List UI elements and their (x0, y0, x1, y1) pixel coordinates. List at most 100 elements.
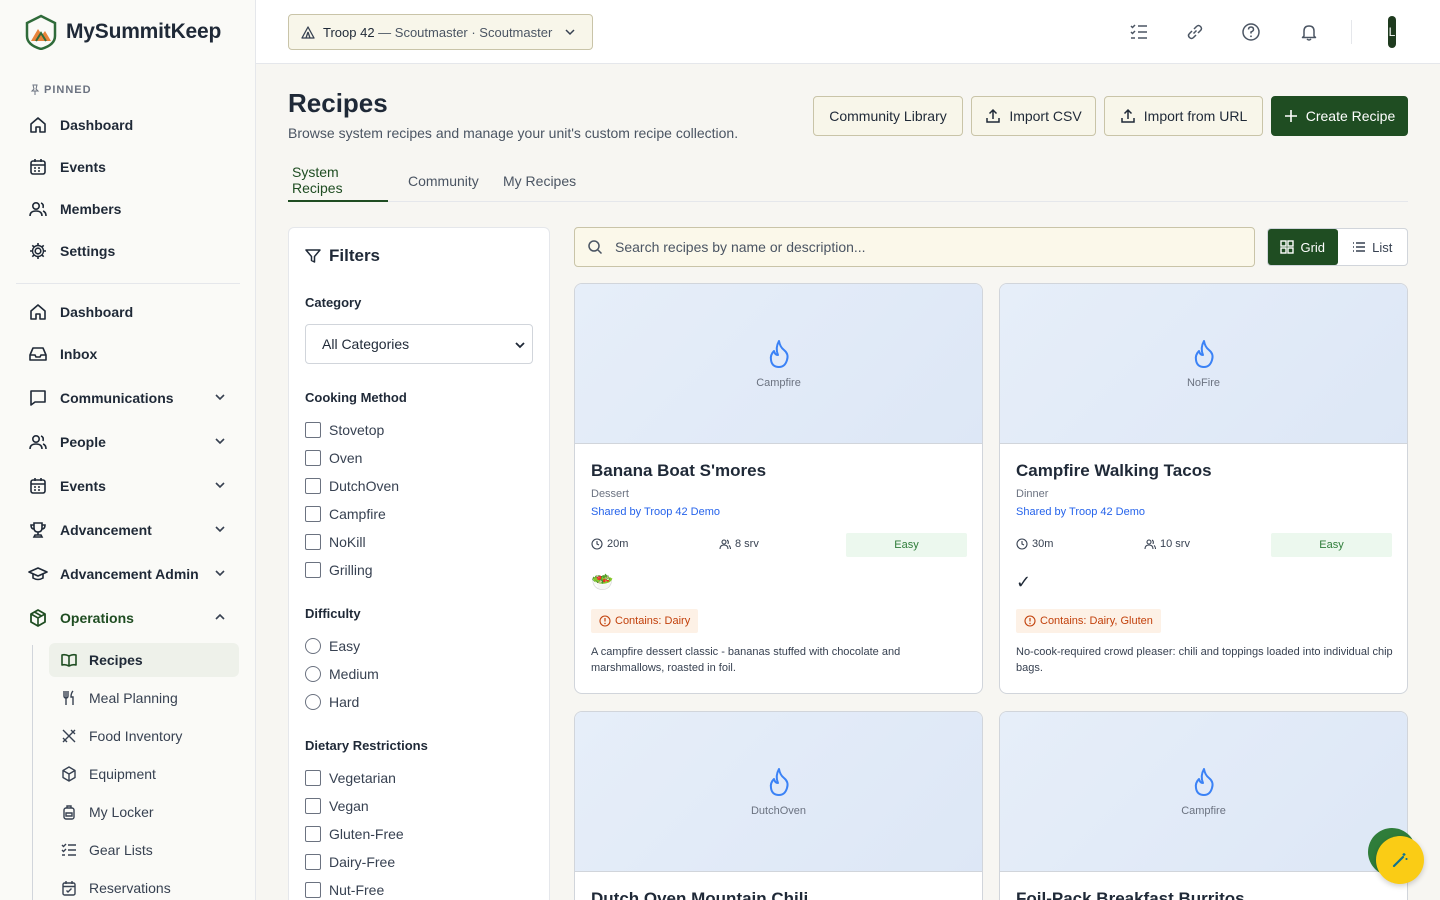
chevron-down-icon (514, 339, 526, 351)
sidebar-subitem-gear-lists[interactable]: Gear Lists (49, 833, 239, 867)
checkbox[interactable] (305, 826, 321, 842)
radio[interactable] (305, 666, 321, 682)
community-library-button[interactable]: Community Library (813, 96, 963, 136)
import-url-button[interactable]: Import from URL (1104, 96, 1263, 136)
allergen-badge: Contains: Dairy, Gluten (1016, 609, 1161, 633)
difficulty-option-hard[interactable]: Hard (305, 692, 359, 712)
difficulty-option-easy[interactable]: Easy (305, 636, 360, 656)
category-select[interactable]: All Categories (305, 324, 533, 364)
category-label: Category (305, 295, 362, 310)
recipe-category: Dessert (591, 488, 629, 500)
dietary-option-vegetarian[interactable]: Vegetarian (305, 768, 396, 788)
sidebar-item-people[interactable]: People (16, 424, 240, 460)
checkbox[interactable] (305, 882, 321, 898)
pinned-item-members[interactable]: Members (16, 191, 240, 227)
help-icon[interactable] (1239, 20, 1263, 44)
cooking-option-oven[interactable]: Oven (305, 448, 362, 468)
list-icon (1352, 240, 1366, 254)
users-icon (28, 199, 48, 219)
flame-icon (1191, 339, 1217, 369)
chevron-down-icon[interactable] (214, 391, 226, 403)
unit-selector[interactable]: Troop 42 — Scoutmaster · Scoutmaster (288, 14, 593, 50)
difficulty-badge: Easy (846, 533, 967, 557)
sidebar-item-inbox[interactable]: Inbox (16, 336, 240, 372)
dietary-option-nut-free[interactable]: Nut-Free (305, 880, 384, 900)
recipe-description: A campfire dessert classic - bananas stu… (591, 646, 901, 674)
pinned-section-label: PINNED (30, 84, 92, 96)
recipe-title[interactable]: Dutch Oven Mountain Chili (591, 889, 808, 900)
submenu-guide-line (32, 645, 33, 900)
chevron-down-icon[interactable] (214, 435, 226, 447)
recipe-shared-by[interactable]: Shared by Troop 42 Demo (591, 506, 720, 518)
graduation-cap-icon (28, 564, 48, 584)
chevron-up-icon[interactable] (214, 611, 226, 623)
sidebar-item-operations[interactable]: Operations (16, 600, 240, 636)
sidebar-subitem-meal-planning[interactable]: Meal Planning (49, 681, 239, 715)
dietary-option-vegan[interactable]: Vegan (305, 796, 369, 816)
search-input[interactable]: Search recipes by name or description... (574, 227, 1255, 267)
tab-system-recipes[interactable]: System Recipes (288, 160, 388, 202)
checkbox[interactable] (305, 478, 321, 494)
radio[interactable] (305, 638, 321, 654)
cooking-option-stovetop[interactable]: Stovetop (305, 420, 384, 440)
sidebar-item-advancement[interactable]: Advancement (16, 512, 240, 548)
sidebar-item-events[interactable]: Events (16, 468, 240, 504)
chevron-down-icon[interactable] (214, 523, 226, 535)
checkbox[interactable] (305, 562, 321, 578)
sidebar-subitem-food-inventory[interactable]: Food Inventory (49, 719, 239, 753)
page-title: Recipes (288, 88, 388, 118)
sidebar-subitem-reservations[interactable]: Reservations (49, 871, 239, 900)
sidebar-subitem-equipment[interactable]: Equipment (49, 757, 239, 791)
tab-my-recipes[interactable]: My Recipes (499, 160, 580, 202)
radio[interactable] (305, 694, 321, 710)
recipe-title[interactable]: Foil-Pack Breakfast Burritos (1016, 889, 1245, 900)
checkbox[interactable] (305, 770, 321, 786)
checkbox[interactable] (305, 422, 321, 438)
recipe-tabs: System Recipes Community My Recipes (288, 160, 1408, 202)
recipe-card[interactable]: DutchOven Dutch Oven Mountain Chili (574, 711, 983, 900)
checkbox[interactable] (305, 450, 321, 466)
sidebar-item-dashboard[interactable]: Dashboard (16, 294, 240, 330)
create-recipe-button[interactable]: Create Recipe (1271, 96, 1408, 136)
sidebar-item-advancement-admin[interactable]: Advancement Admin (16, 556, 240, 592)
recipe-card[interactable]: Campfire Foil-Pack Breakfast Burritos (999, 711, 1408, 900)
tasks-icon[interactable] (1127, 20, 1151, 44)
floating-action-button[interactable] (1376, 836, 1424, 884)
tab-community[interactable]: Community (404, 160, 483, 202)
difficulty-option-medium[interactable]: Medium (305, 664, 379, 684)
difficulty-label: Difficulty (305, 606, 361, 621)
sidebar-item-communications[interactable]: Communications (16, 380, 240, 416)
recipe-card[interactable]: Campfire Banana Boat S'mores Dessert Sha… (574, 283, 983, 694)
recipe-card[interactable]: NoFire Campfire Walking Tacos Dinner Sha… (999, 283, 1408, 694)
bell-icon[interactable] (1297, 20, 1321, 44)
grid-view-button[interactable]: Grid (1268, 229, 1338, 265)
filters-panel: Filters Category All Categories Cooking … (288, 227, 550, 900)
checkbox[interactable] (305, 534, 321, 550)
app-logo[interactable]: MySummitKeep (24, 14, 221, 50)
cooking-option-nokill[interactable]: NoKill (305, 532, 366, 552)
pinned-item-dashboard[interactable]: Dashboard (16, 107, 240, 143)
checkbox[interactable] (305, 798, 321, 814)
list-view-button[interactable]: List (1338, 229, 1408, 265)
sidebar-subitem-recipes[interactable]: Recipes (49, 643, 239, 677)
cooking-option-campfire[interactable]: Campfire (305, 504, 386, 524)
chevron-down-icon[interactable] (214, 479, 226, 491)
recipe-card-image: Campfire (1000, 712, 1407, 872)
pinned-item-settings[interactable]: Settings (16, 233, 240, 269)
cooking-option-dutchoven[interactable]: DutchOven (305, 476, 399, 496)
import-csv-button[interactable]: Import CSV (971, 96, 1096, 136)
sidebar-subitem-my-locker[interactable]: My Locker (49, 795, 239, 829)
dietary-option-dairy-free[interactable]: Dairy-Free (305, 852, 395, 872)
cooking-option-grilling[interactable]: Grilling (305, 560, 373, 580)
filter-icon (305, 248, 321, 264)
recipe-title[interactable]: Banana Boat S'mores (591, 461, 766, 481)
avatar[interactable]: L (1388, 16, 1396, 48)
recipe-shared-by[interactable]: Shared by Troop 42 Demo (1016, 506, 1145, 518)
chevron-down-icon[interactable] (214, 567, 226, 579)
recipe-title[interactable]: Campfire Walking Tacos (1016, 461, 1212, 481)
pinned-item-events[interactable]: Events (16, 149, 240, 185)
checkbox[interactable] (305, 854, 321, 870)
link-icon[interactable] (1183, 20, 1207, 44)
dietary-option-gluten-free[interactable]: Gluten-Free (305, 824, 404, 844)
checkbox[interactable] (305, 506, 321, 522)
